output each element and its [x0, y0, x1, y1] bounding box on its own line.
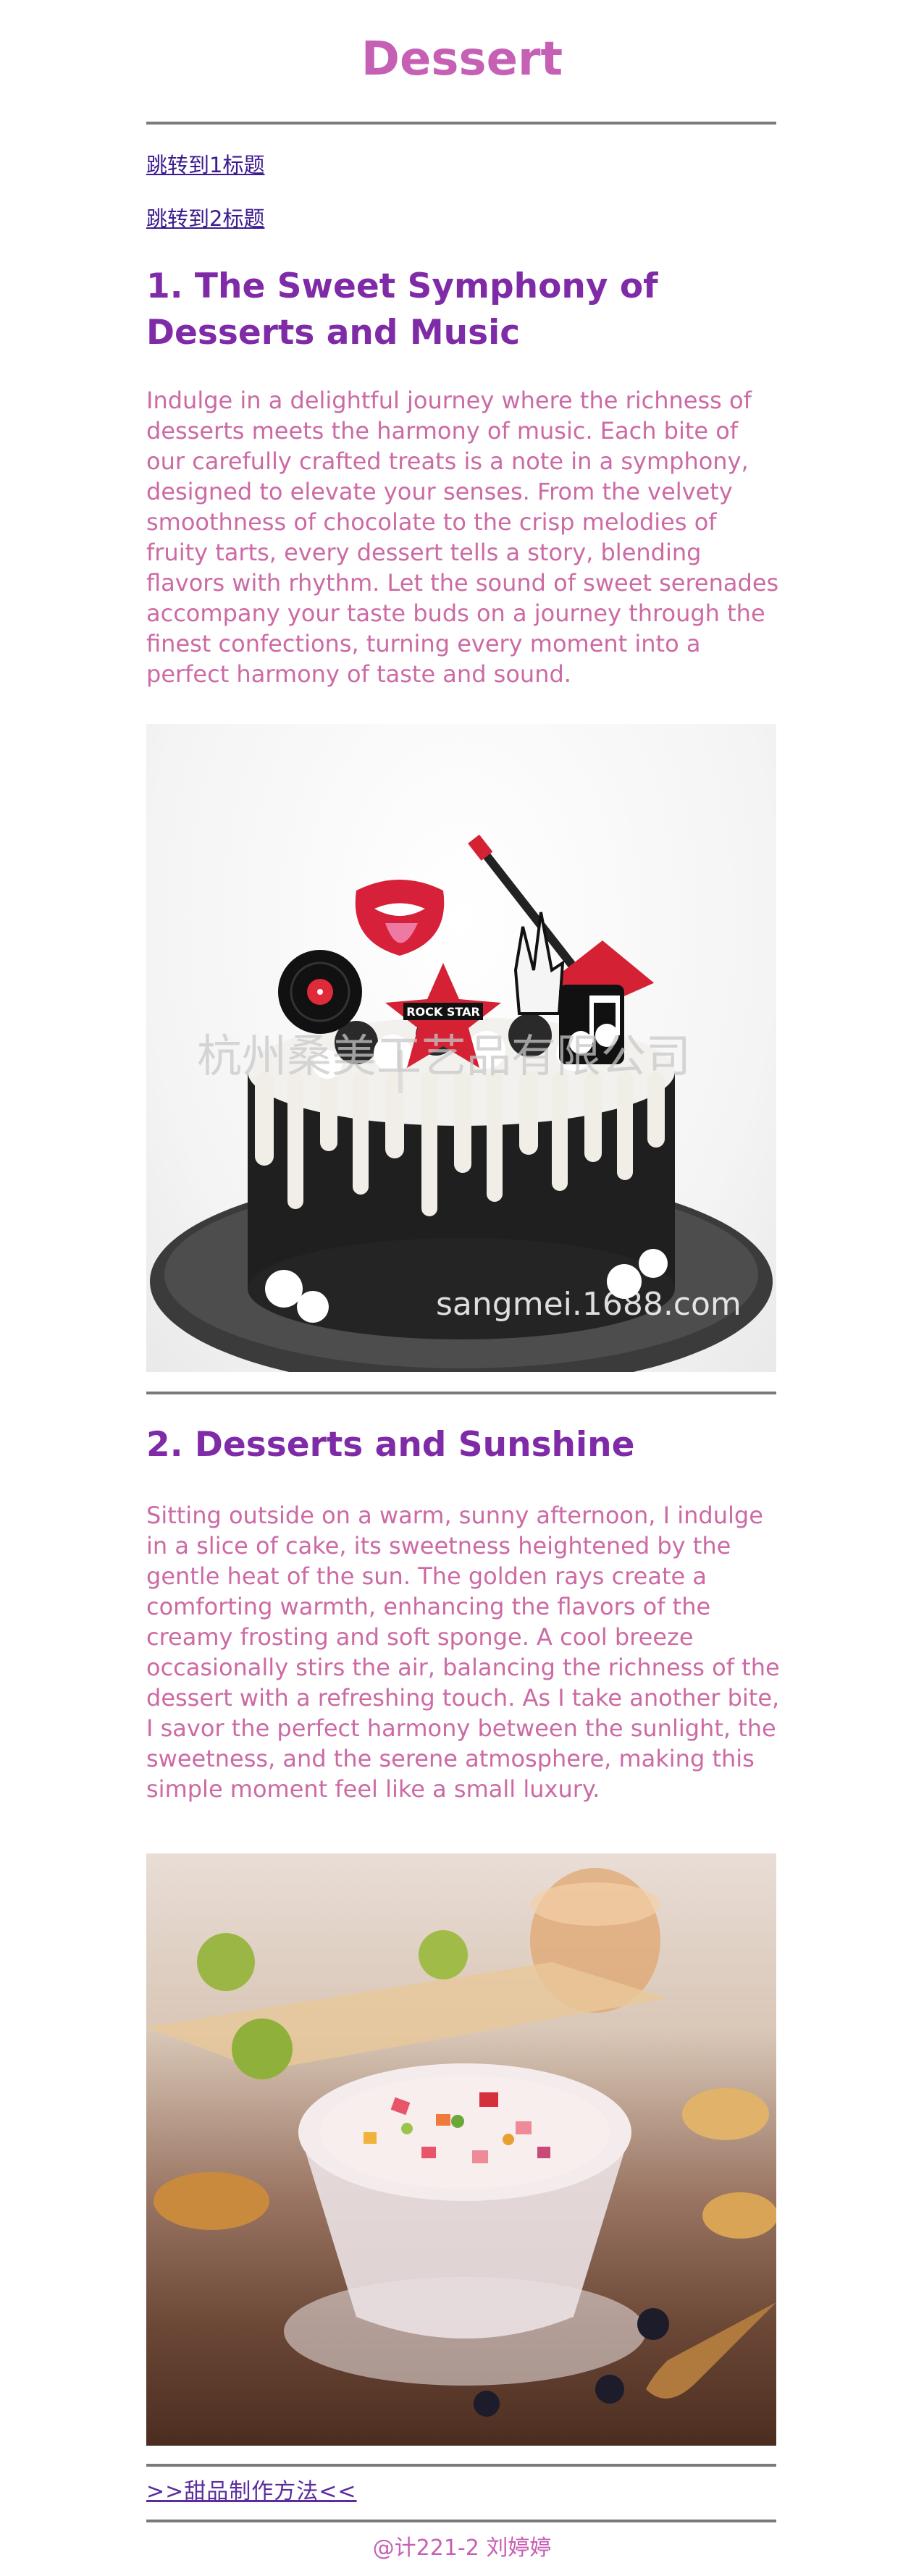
- dessert-recipe-link[interactable]: >>甜品制作方法<<: [146, 2478, 357, 2506]
- fruit-yogurt-dessert-image: [146, 1853, 776, 2446]
- section-2-body: Sitting outside on a warm, sunny afterno…: [146, 1502, 780, 1803]
- rock-star-cake-image: ROCK STAR 杭州桑美工艺品有限公司 sangmei.1688.com: [146, 724, 776, 1372]
- title-divider: [146, 122, 776, 125]
- jump-link-section-1[interactable]: 跳转到1标题: [146, 152, 264, 178]
- watermark-chinese: 杭州桑美工艺品有限公司: [197, 1030, 692, 1082]
- yogurt-illustration: [146, 1868, 776, 2417]
- author-credit: @计221-2 刘婷婷: [372, 2535, 552, 2561]
- footer-divider-top: [146, 2464, 776, 2467]
- section-2-heading: 2. Desserts and Sunshine: [146, 1425, 635, 1465]
- section-divider: [146, 1392, 776, 1394]
- watermark-url: sangmei.1688.com: [436, 1286, 742, 1323]
- topper-label: ROCK STAR: [406, 1005, 480, 1019]
- jump-link-section-2[interactable]: 跳转到2标题: [146, 206, 264, 232]
- page: Dessert 跳转到1标题 跳转到2标题 1. The Sweet Symph…: [0, 0, 924, 2576]
- section-1-body: Indulge in a delightful journey where th…: [146, 387, 779, 688]
- footer-divider-bottom: [146, 2520, 776, 2522]
- page-title: Dessert: [361, 33, 563, 86]
- section-1-heading: 1. The Sweet Symphony of Desserts and Mu…: [146, 266, 658, 353]
